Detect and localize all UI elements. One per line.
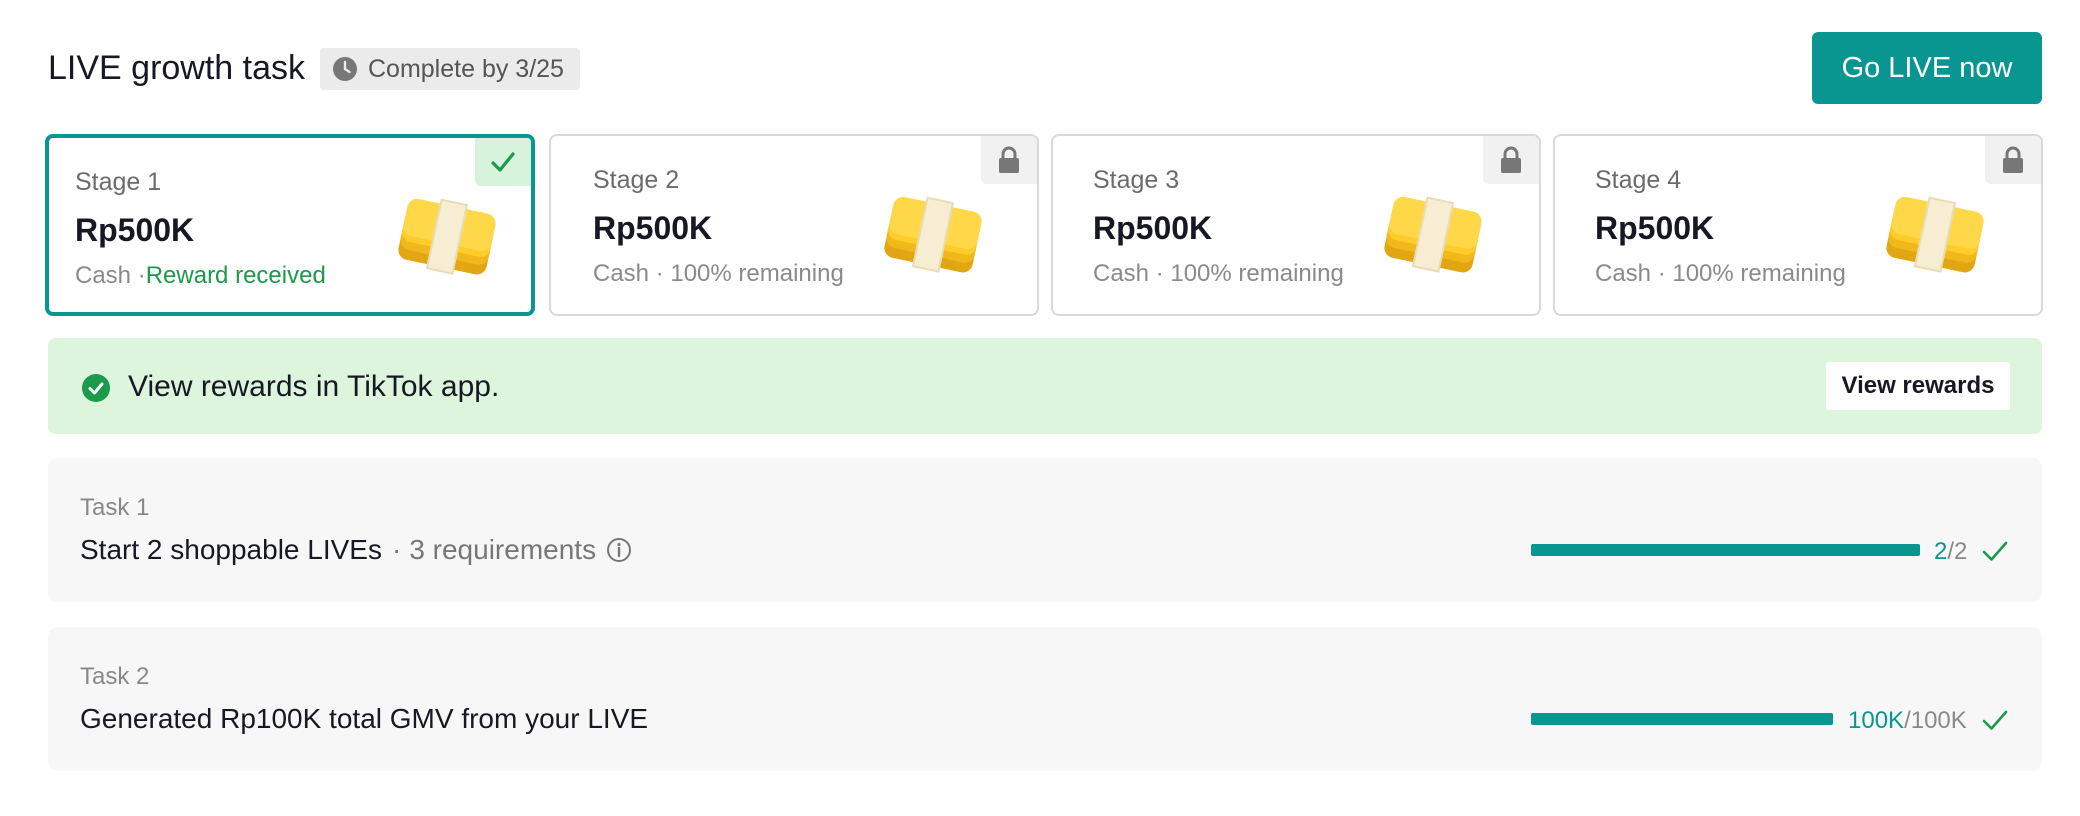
separator: · <box>131 262 146 289</box>
check-icon <box>491 152 515 172</box>
reward-status: Reward received <box>145 262 326 289</box>
task-title: Start 2 shoppable LIVEs <box>80 534 382 565</box>
money-stack-icon <box>1384 196 1482 273</box>
task-label: Task 2 <box>80 663 150 690</box>
view-rewards-button[interactable]: View rewards <box>1826 362 2010 410</box>
stage-status-corner <box>1483 136 1539 184</box>
task-header: LIVE growth task Complete by 3/25 Go LIV… <box>48 32 2042 104</box>
progress-count: 2/2 <box>1934 534 1967 570</box>
money-stack-icon <box>1886 196 1984 273</box>
stage-name: Stage 2 <box>593 166 680 194</box>
page-title: LIVE growth task <box>48 49 306 87</box>
stage-amount: Rp500K <box>593 210 713 246</box>
separator: · <box>1149 260 1171 287</box>
info-icon[interactable] <box>606 537 632 563</box>
reward-type: Cash <box>75 262 132 289</box>
task-row-2: Task 2 Generated Rp100K total GMV from y… <box>48 627 2042 771</box>
stage-list: Stage 1 Rp500K Cash ·Reward received Sta… <box>45 134 2043 316</box>
clock-icon <box>333 57 357 81</box>
stage-status-corner <box>981 136 1037 184</box>
progress-total: 100K <box>1910 707 1967 734</box>
progress-done: 2 <box>1934 538 1948 565</box>
task-label: Task 1 <box>80 494 150 521</box>
task-row-1: Task 1 Start 2 shoppable LIVEs · 3 requi… <box>48 458 2042 602</box>
lock-icon <box>1501 146 1521 173</box>
money-stack-icon <box>398 198 496 275</box>
money-stack-icon <box>884 196 982 273</box>
reward-status: 100% remaining <box>1672 260 1846 287</box>
stage-amount: Rp500K <box>75 212 195 248</box>
check-icon <box>1982 710 2008 730</box>
lock-icon <box>999 146 1019 173</box>
stage-subtitle: Cash · 100% remaining <box>1093 260 1344 288</box>
stage-status-corner <box>475 138 531 186</box>
stage-status-corner <box>1985 136 2041 184</box>
stage-card-1[interactable]: Stage 1 Rp500K Cash ·Reward received <box>45 134 535 316</box>
separator: · <box>649 260 671 287</box>
stage-card-4[interactable]: Stage 4 Rp500K Cash · 100% remaining <box>1553 134 2043 316</box>
reward-status: 100% remaining <box>670 260 844 287</box>
task-description: Generated Rp100K total GMV from your LIV… <box>80 703 648 735</box>
reward-type: Cash <box>1595 260 1652 287</box>
reward-type: Cash <box>1093 260 1150 287</box>
stage-subtitle: Cash ·Reward received <box>75 262 326 290</box>
stage-amount: Rp500K <box>1595 210 1715 246</box>
separator: · <box>391 534 402 565</box>
separator: · <box>1651 260 1673 287</box>
reward-status: 100% remaining <box>1170 260 1344 287</box>
check-icon <box>1982 541 2008 561</box>
stage-name: Stage 3 <box>1093 166 1180 194</box>
stage-card-2[interactable]: Stage 2 Rp500K Cash · 100% remaining <box>549 134 1039 316</box>
progress-done: 100K <box>1848 707 1905 734</box>
stage-amount: Rp500K <box>1093 210 1213 246</box>
task-description: Start 2 shoppable LIVEs · 3 requirements <box>80 534 632 566</box>
deadline-badge: Complete by 3/25 <box>320 48 580 90</box>
progress-total: 2 <box>1954 538 1968 565</box>
notice-text: View rewards in TikTok app. <box>128 370 500 403</box>
progress-count: 100K/100K <box>1848 703 1967 739</box>
stage-name: Stage 1 <box>75 168 162 196</box>
task-title: Generated Rp100K total GMV from your LIV… <box>80 703 649 734</box>
progress-separator: / <box>1904 707 1911 734</box>
rewards-notice: View rewards in TikTok app. View rewards <box>48 338 2042 434</box>
deadline-text: Complete by 3/25 <box>368 54 564 83</box>
check-circle-icon <box>82 374 110 402</box>
progress-bar <box>1531 713 1833 725</box>
lock-icon <box>2003 146 2023 173</box>
go-live-button[interactable]: Go LIVE now <box>1812 32 2042 104</box>
stage-subtitle: Cash · 100% remaining <box>593 260 844 288</box>
stage-subtitle: Cash · 100% remaining <box>1595 260 1846 288</box>
stage-card-3[interactable]: Stage 3 Rp500K Cash · 100% remaining <box>1051 134 1541 316</box>
stage-name: Stage 4 <box>1595 166 1682 194</box>
task-requirements: 3 requirements <box>409 534 597 565</box>
progress-bar <box>1531 544 1920 556</box>
reward-type: Cash <box>593 260 650 287</box>
